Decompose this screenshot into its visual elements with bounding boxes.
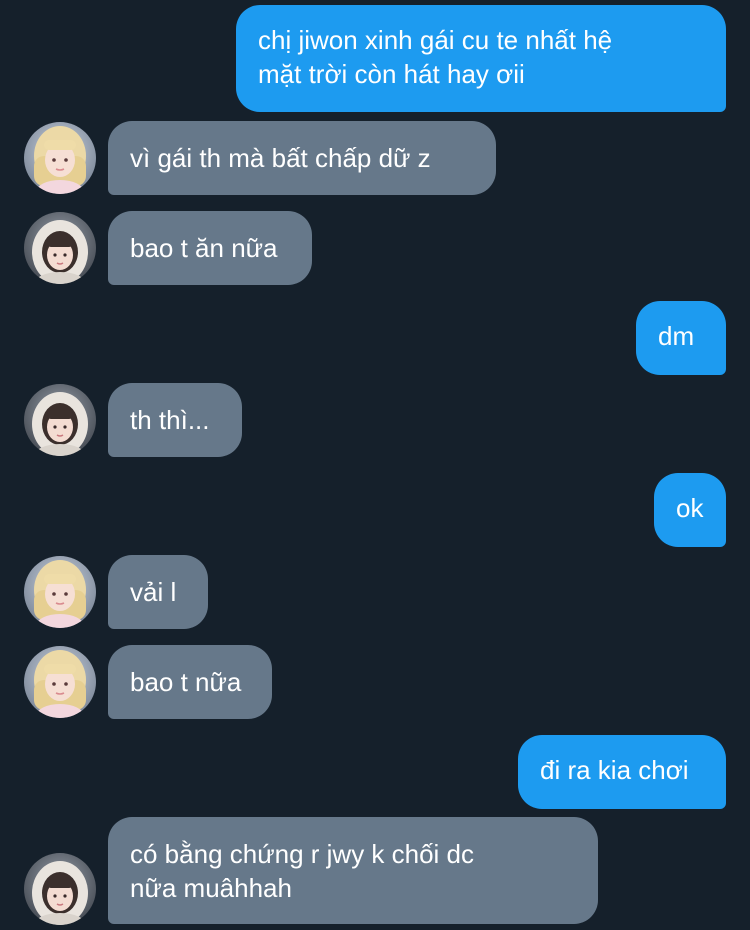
received-message[interactable]: vì gái th mà bất chấp dữ z	[108, 121, 496, 195]
message-thread[interactable]: chị jiwon xinh gái cu te nhất hệ mặt trờ…	[0, 0, 750, 930]
hooded-girl-avatar[interactable]	[24, 853, 96, 925]
received-message[interactable]: bao t ăn nữa	[108, 211, 312, 285]
hooded-girl-avatar[interactable]	[24, 384, 96, 456]
sent-message[interactable]: chị jiwon xinh gái cu te nhất hệ mặt trờ…	[236, 5, 726, 112]
received-message[interactable]: th thì...	[108, 383, 242, 457]
sent-message[interactable]: đi ra kia chơi	[518, 735, 726, 809]
hooded-girl-avatar[interactable]	[24, 212, 96, 284]
received-message[interactable]: có bằng chứng r jwy k chối dc nữa muâhha…	[108, 817, 598, 924]
blonde-girl-avatar[interactable]	[24, 646, 96, 718]
received-message[interactable]: vải l	[108, 555, 208, 629]
blonde-girl-avatar[interactable]	[24, 556, 96, 628]
sent-message[interactable]: dm	[636, 301, 726, 375]
sent-message[interactable]: ok	[654, 473, 726, 547]
received-message[interactable]: bao t nữa	[108, 645, 272, 719]
blonde-girl-avatar[interactable]	[24, 122, 96, 194]
